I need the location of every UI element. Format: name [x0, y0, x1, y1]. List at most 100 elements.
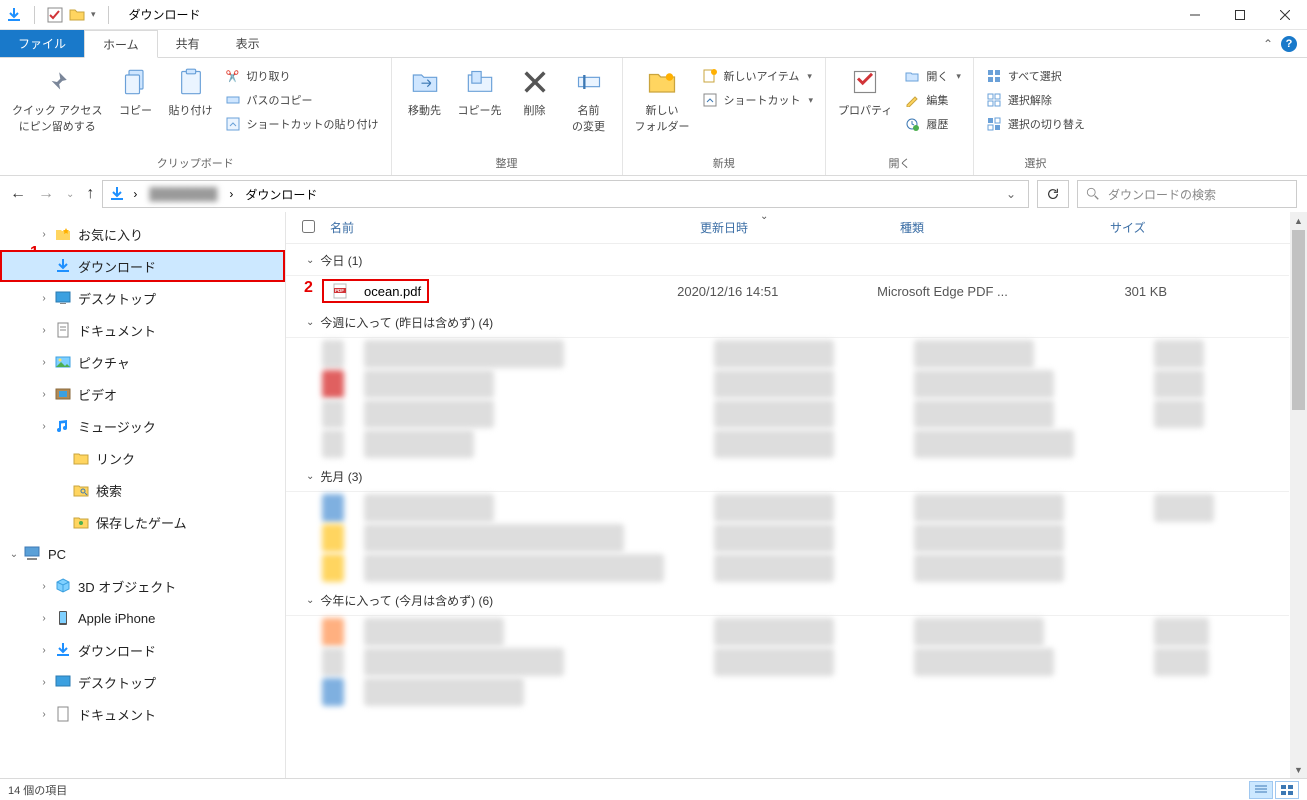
move-to-button[interactable]: 移動先	[398, 62, 452, 122]
column-size[interactable]: サイズ	[1090, 219, 1210, 236]
close-button[interactable]	[1262, 0, 1307, 30]
ribbon-collapse-icon[interactable]: ⌃	[1263, 37, 1273, 51]
tree-videos[interactable]: ›ビデオ	[0, 378, 285, 410]
rename-button[interactable]: 名前 の変更	[562, 62, 616, 138]
tab-home[interactable]: ホーム	[84, 30, 158, 58]
tree-desktop[interactable]: ›デスクトップ	[0, 282, 285, 314]
scroll-up-icon[interactable]: ▲	[1290, 212, 1307, 229]
tree-documents[interactable]: ›ドキュメント	[0, 314, 285, 346]
chevron-down-icon[interactable]: ⌄	[8, 549, 20, 560]
chevron-down-icon[interactable]: ⌄	[306, 595, 314, 606]
copy-path-button[interactable]: パスのコピー	[219, 90, 385, 110]
edit-button[interactable]: 編集	[898, 90, 967, 110]
tree-iphone[interactable]: ›Apple iPhone	[0, 602, 285, 634]
chevron-right-icon[interactable]: ›	[38, 645, 50, 656]
group-lastmonth[interactable]: ⌄先月 (3)	[286, 460, 1289, 492]
vertical-scrollbar[interactable]: ▲ ▼	[1290, 212, 1307, 778]
tab-share[interactable]: 共有	[158, 30, 218, 57]
blurred-file-row[interactable]	[322, 340, 1307, 368]
nav-back-icon[interactable]: ←	[10, 185, 26, 203]
nav-up-icon[interactable]: ↑	[86, 185, 94, 203]
qat-checkbox-icon[interactable]	[47, 7, 63, 23]
blurred-file-row[interactable]	[322, 678, 1307, 706]
chevron-right-icon[interactable]: ›	[38, 357, 50, 368]
blurred-file-row[interactable]	[322, 430, 1307, 458]
tree-downloads-pc[interactable]: ›ダウンロード	[0, 634, 285, 666]
tree-pictures[interactable]: ›ピクチャ	[0, 346, 285, 378]
breadcrumb-current[interactable]: ダウンロード	[241, 184, 321, 205]
search-input[interactable]: ダウンロードの検索	[1077, 180, 1297, 208]
chevron-right-icon[interactable]: ›	[38, 293, 50, 304]
address-dropdown-icon[interactable]: ⌄	[1000, 187, 1022, 201]
tree-3d-objects[interactable]: ›3D オブジェクト	[0, 570, 285, 602]
breadcrumb-user[interactable]: ████████	[145, 185, 221, 203]
select-all-button[interactable]: すべて選択	[980, 66, 1091, 86]
chevron-right-icon[interactable]: ›	[38, 389, 50, 400]
nav-forward-icon[interactable]: →	[38, 185, 54, 203]
blurred-file-row[interactable]	[322, 618, 1307, 646]
group-thisweek[interactable]: ⌄今週に入って (昨日は含めず) (4)	[286, 306, 1289, 338]
blurred-file-row[interactable]	[322, 370, 1307, 398]
copy-to-button[interactable]: コピー先	[452, 62, 508, 122]
select-none-button[interactable]: 選択解除	[980, 90, 1091, 110]
help-icon[interactable]: ?	[1281, 36, 1297, 52]
tree-saved-games[interactable]: 保存したゲーム	[0, 506, 285, 538]
tree-pc[interactable]: ⌄PC	[0, 538, 285, 570]
chevron-right-icon[interactable]: ›	[38, 581, 50, 592]
copy-button[interactable]: コピー	[109, 62, 163, 122]
chevron-right-icon[interactable]: ›	[38, 613, 50, 624]
history-button[interactable]: 履歴	[898, 114, 967, 134]
delete-button[interactable]: 削除	[508, 62, 562, 122]
tree-music[interactable]: ›ミュージック	[0, 410, 285, 442]
details-view-button[interactable]	[1249, 781, 1273, 799]
chevron-right-icon[interactable]: ›	[38, 677, 50, 688]
column-date[interactable]: ⌄更新日時	[700, 219, 900, 236]
blurred-file-row[interactable]	[322, 554, 1307, 582]
qat-dropdown-icon[interactable]: ▾	[91, 9, 96, 20]
minimize-button[interactable]	[1172, 0, 1217, 30]
breadcrumb-sep[interactable]: ›	[225, 185, 237, 203]
blurred-file-row[interactable]	[322, 524, 1307, 552]
file-row-ocean[interactable]: PDF ocean.pdf 2020/12/16 14:51 Microsoft…	[286, 276, 1307, 306]
pin-to-quick-access-button[interactable]: クイック アクセス にピン留めする	[6, 62, 109, 138]
properties-button[interactable]: プロパティ	[832, 62, 898, 122]
paste-shortcut-button[interactable]: ショートカットの貼り付け	[219, 114, 385, 134]
chevron-right-icon[interactable]: ›	[38, 709, 50, 720]
tree-documents-pc[interactable]: ›ドキュメント	[0, 698, 285, 730]
tab-view[interactable]: 表示	[218, 30, 278, 57]
chevron-down-icon[interactable]: ⌄	[306, 471, 314, 482]
cut-button[interactable]: ✂️切り取り	[219, 66, 385, 86]
chevron-right-icon[interactable]: ›	[38, 325, 50, 336]
tab-file[interactable]: ファイル	[0, 30, 84, 57]
new-folder-button[interactable]: 新しい フォルダー	[629, 62, 696, 138]
breadcrumb-root[interactable]: ›	[129, 185, 141, 203]
invert-selection-button[interactable]: 選択の切り替え	[980, 114, 1091, 134]
group-today[interactable]: ⌄今日 (1)	[286, 244, 1289, 276]
blurred-file-row[interactable]	[322, 400, 1307, 428]
address-bar[interactable]: › ████████ › ダウンロード ⌄	[102, 180, 1029, 208]
refresh-button[interactable]	[1037, 180, 1069, 208]
scrollbar-thumb[interactable]	[1292, 230, 1305, 410]
paste-button[interactable]: 貼り付け	[163, 62, 219, 122]
tree-favorites[interactable]: ›お気に入り	[0, 218, 285, 250]
scroll-down-icon[interactable]: ▼	[1290, 761, 1307, 778]
group-thisyear[interactable]: ⌄今年に入って (今月は含めず) (6)	[286, 584, 1289, 616]
select-all-checkbox[interactable]	[302, 220, 315, 233]
blurred-file-row[interactable]	[322, 494, 1307, 522]
tree-desktop-pc[interactable]: ›デスクトップ	[0, 666, 285, 698]
chevron-right-icon[interactable]: ›	[38, 229, 50, 240]
tree-links[interactable]: リンク	[0, 442, 285, 474]
tree-downloads[interactable]: ダウンロード	[0, 250, 285, 282]
easy-access-button[interactable]: ショートカット▾	[696, 90, 820, 110]
thumbnails-view-button[interactable]	[1275, 781, 1299, 799]
qat-folder-icon[interactable]	[69, 7, 85, 23]
column-name[interactable]: 名前	[330, 219, 700, 236]
chevron-down-icon[interactable]: ⌄	[306, 317, 314, 328]
chevron-down-icon[interactable]: ⌄	[306, 255, 314, 266]
open-button[interactable]: 開く▾	[898, 66, 967, 86]
column-type[interactable]: 種類	[900, 219, 1090, 236]
new-item-button[interactable]: 新しいアイテム▾	[696, 66, 820, 86]
maximize-button[interactable]	[1217, 0, 1262, 30]
chevron-right-icon[interactable]: ›	[38, 421, 50, 432]
blurred-file-row[interactable]	[322, 648, 1307, 676]
